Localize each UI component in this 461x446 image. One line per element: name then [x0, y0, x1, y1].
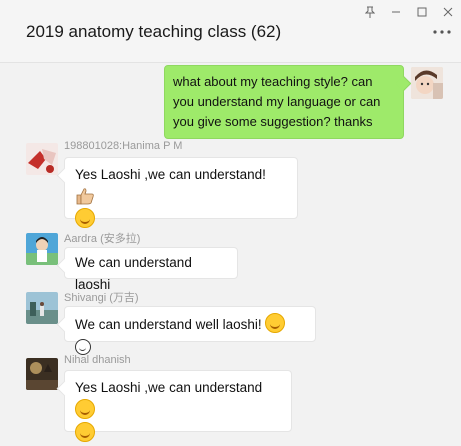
- message-bubble[interactable]: We can understand laoshi: [64, 247, 238, 292]
- message-bubble[interactable]: We can understand well laoshi!: [64, 306, 316, 355]
- message-bubble[interactable]: Yes Laoshi ,we can understand!: [64, 157, 298, 228]
- sender-name: Shivangi (万吉): [64, 292, 139, 304]
- avatar-hanima[interactable]: [26, 143, 58, 175]
- close-icon[interactable]: [435, 3, 461, 21]
- sender-name: Aardra (安多拉): [64, 233, 141, 245]
- blush-emoji-icon: [75, 399, 95, 419]
- message-text: We can understand well laoshi!: [75, 317, 262, 332]
- sender-name: 198801028:Hanima P M: [64, 140, 183, 152]
- smile-emoji-icon: [265, 313, 286, 333]
- more-options-icon[interactable]: [433, 24, 453, 40]
- chat-title: 2019 anatomy teaching class (62): [26, 22, 282, 41]
- message-text: Yes Laoshi ,we can understand: [75, 380, 263, 395]
- smile-outline-emoji-icon: [75, 339, 91, 355]
- blush-emoji-icon: [75, 422, 95, 442]
- message-bubble-self[interactable]: what about my teaching style? can you un…: [164, 65, 404, 139]
- sender-name: Nihal dhanish: [64, 354, 131, 366]
- maximize-icon[interactable]: [409, 3, 435, 21]
- message-bubble[interactable]: Yes Laoshi ,we can understand: [64, 370, 292, 442]
- avatar-nihal[interactable]: [26, 358, 58, 390]
- window-controls: [357, 3, 461, 21]
- message-text: what about my teaching style? can you un…: [173, 74, 381, 129]
- minimize-icon[interactable]: [383, 3, 409, 21]
- pin-icon[interactable]: [357, 3, 383, 21]
- message-list[interactable]: what about my teaching style? can you un…: [0, 63, 461, 446]
- smile-emoji-icon: [75, 208, 95, 228]
- avatar-aardra[interactable]: [26, 233, 58, 265]
- avatar-shivangi[interactable]: [26, 292, 58, 324]
- message-text: We can understand laoshi: [75, 255, 192, 292]
- message-text: Yes Laoshi ,we can understand!: [75, 167, 266, 182]
- thumbs-up-icon: [75, 187, 95, 205]
- chat-header: 2019 anatomy teaching class (62): [0, 0, 461, 63]
- avatar-self[interactable]: [411, 67, 443, 99]
